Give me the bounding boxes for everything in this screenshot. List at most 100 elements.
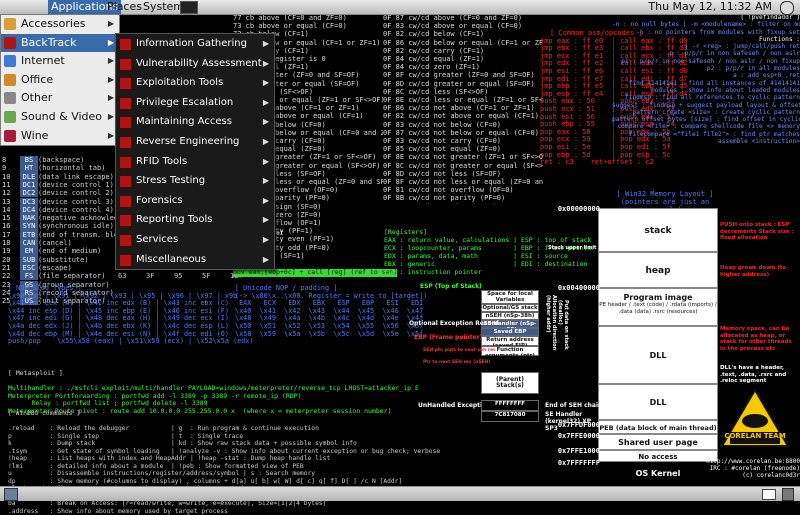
jump-row: 0F 8E cw/cd not greater (ZF=1 or SF<>OF) xyxy=(383,153,543,161)
submenu-item-reporting-tools[interactable]: Reporting Tools▶ xyxy=(116,210,274,230)
submenu-item-maintaining-access[interactable]: Maintaining Access ▶ xyxy=(116,112,274,132)
submenu-item-exploitation-tools[interactable]: Exploitation Tools▶ xyxy=(116,73,274,93)
ascii-name: SUB xyxy=(20,256,38,264)
jump-row: 0F 85 cw/cd not equal (ZF=0) xyxy=(383,145,543,153)
submenu-item-reverse-engineering[interactable]: Reverse Engineering▶ xyxy=(116,132,274,152)
windbg-row: k : Dump stack | kd : Show raw stack dat… xyxy=(8,440,478,448)
submenu-item-services[interactable]: Services ▶ xyxy=(116,230,274,250)
jump-row: 0F 86 cw/cd below or equal (CF=1 or ZF=1… xyxy=(383,39,543,47)
jump-row: 0F 82 cw/cd not above or equal (CF=1) xyxy=(383,112,543,120)
jump-row: 0F 83 cw/cd above or equal (CF=0) xyxy=(383,22,543,30)
submenu-item-stress-testing[interactable]: Stress Testing▶ xyxy=(116,171,274,191)
ascii-name: CAN xyxy=(20,239,38,247)
menu-item-label: Internet xyxy=(21,54,65,67)
submenu-item-rfid-tools[interactable]: RFID Tools▶ xyxy=(116,152,274,172)
pvef-row: j -r <reg> : jump/call/push ret xyxy=(612,43,800,50)
windbg-row: dp : Show memory (#columns to display) ,… xyxy=(8,478,478,486)
menu-item-wine[interactable]: Wine▶ xyxy=(1,127,119,146)
corelan-line: http://www.corelan.be:8800 xyxy=(705,458,800,465)
windbg-row: ba : Break on Access: [r=read/write, w=w… xyxy=(8,500,478,508)
terminal-launcher-icon[interactable] xyxy=(180,1,198,14)
chevron-right-icon: ▶ xyxy=(108,108,114,127)
menu-item-accessories[interactable]: Accessories▶ xyxy=(1,15,119,34)
backtrack-category-icon xyxy=(119,58,132,71)
addr-0x7fffffff: 0x7FFFFFFF xyxy=(540,459,600,467)
seh-end-value: FFFFFFFF xyxy=(481,400,539,411)
backtrack-category-icon xyxy=(119,214,132,227)
backtrack-category-icon xyxy=(119,175,132,188)
pvef-row: a : add esp+8 ,ret xyxy=(612,72,800,79)
corelan-logo-text: CORELAN TEAM xyxy=(720,432,790,440)
menu-item-label: Other xyxy=(21,91,52,104)
accessories-icon xyxy=(4,18,16,30)
pvef-row: pattern_create <size> : create cyclic pa… xyxy=(612,109,800,116)
chevron-right-icon: ▶ xyxy=(263,250,269,270)
submenu-item-label: Maintaining Access xyxy=(136,116,232,127)
menu-item-internet[interactable]: Internet▶ xyxy=(1,52,119,71)
corelan-line: (c) corelanc0d3r xyxy=(705,472,800,479)
submenu-item-miscellaneous[interactable]: Miscellaneous ▶ xyxy=(116,250,274,270)
chevron-right-icon: ▶ xyxy=(108,89,114,108)
pvef-title: [ !pvefindaddr ] xyxy=(612,14,800,21)
windbg-row: .address : Show info about memory used b… xyxy=(8,508,478,515)
workspace-switcher[interactable] xyxy=(762,489,776,500)
backtrack-category-icon xyxy=(119,77,132,90)
submenu-item-forensics[interactable]: Forensics▶ xyxy=(116,191,274,211)
submenu-item-label: Vulnerability Assessment xyxy=(136,58,262,69)
jump-row: 0F 84 cw/cd zero (ZF=1) xyxy=(383,63,543,71)
show-desktop-icon[interactable] xyxy=(4,488,18,501)
ascii-name: FS xyxy=(20,272,38,280)
submenu-item-label: Services xyxy=(136,234,178,245)
menu-item-sound-video[interactable]: Sound & Video▶ xyxy=(1,108,119,127)
register-row: ECX : loopcounter, params | EBP : frame … xyxy=(384,244,544,252)
addr-0x00400000: 0x00400000 xyxy=(540,284,600,292)
pvef-row: modules : show info about loaded modules xyxy=(612,87,800,94)
pvef-row: find 41414141 : find all instances of 41… xyxy=(612,80,800,87)
ascii-code: 8 xyxy=(2,156,20,164)
hex-cell: 3F xyxy=(146,272,174,280)
trash-icon[interactable] xyxy=(782,488,794,501)
asm-highlight: mov eax,[ebp+0c] + call [reg] (ref to se… xyxy=(233,269,383,277)
places-menu[interactable]: Places xyxy=(104,0,145,14)
pvef-row: -o : no pointers from modules with fixup… xyxy=(612,29,800,36)
jump-row: 0F 8C cw/cd less (SF<>OF) xyxy=(383,88,543,96)
submenu-item-privilege-escalation[interactable]: Privilege Escalation▶ xyxy=(116,93,274,113)
addr-0x7ffe0000: 0x7FFE0000 xyxy=(540,432,600,440)
pvef-row: assemble <instruction> xyxy=(612,138,800,145)
ascii-code: 17 xyxy=(2,231,20,239)
menu-item-office[interactable]: Office▶ xyxy=(1,71,119,90)
note-heap: Heap grows down (to higher address) xyxy=(720,265,798,278)
ascii-code: 11 xyxy=(2,181,20,189)
jump-row: 0F 83 cw/cd not carry (CF=0) xyxy=(383,137,543,145)
submenu-item-vulnerability-assessment[interactable]: Vulnerability Assessment▶ xyxy=(116,54,274,74)
mem-block-shared-user-page: Shared user page xyxy=(598,434,718,450)
menu-item-other[interactable]: Other ▶ xyxy=(1,89,119,108)
corelan-info: http://www.corelan.be:8800IRC : #corelan… xyxy=(705,458,800,479)
ascii-code: 19 xyxy=(2,247,20,255)
nop-row: push/pop \x55\x58 (eax) | \x51\x59 (ecx)… xyxy=(8,338,238,346)
chevron-right-icon: ▶ xyxy=(263,54,269,74)
ascii-code: 9 xyxy=(2,164,20,172)
power-icon[interactable] xyxy=(780,1,794,15)
clock[interactable]: Thu May 12, 11:32 AM xyxy=(648,0,772,14)
menu-item-backtrack[interactable]: BackTrack▶ xyxy=(1,34,119,53)
note-memory-space: Memory space, can be allocated as heap, … xyxy=(720,326,798,352)
jump-row: 0F 81 cw/cd not overflow (OF=0) xyxy=(383,186,543,194)
ascii-code: 10 xyxy=(2,173,20,181)
register-row: EAX : return value, calculations | ESP :… xyxy=(384,236,544,244)
ascii-name: ETB xyxy=(20,231,38,239)
nop-sled-panel: [ NOP Sled Types ]\x90 nop | \x91 | \x92… xyxy=(8,285,238,346)
chevron-right-icon: ▶ xyxy=(263,112,269,132)
jump-row: 0F 87 cw/cd not below or equal (CF=0) xyxy=(383,129,543,137)
unicode-row: \x58 \x59 \x5a \x5b \x5c \x5d \x5e \x5f xyxy=(235,331,485,339)
submenu-item-information-gathering[interactable]: Information Gathering▶ xyxy=(116,34,274,54)
chevron-right-icon: ▶ xyxy=(263,230,269,250)
metasploit-title: [ Metasploit ] xyxy=(8,370,488,378)
register-row: EIP : instruction pointer xyxy=(384,268,544,276)
pvefindaddr-panel: [ !pvefindaddr ] -n : no null bytes | -m… xyxy=(612,14,800,145)
jump-row: 0F 82 cw/cd carry (CF=1) xyxy=(383,47,543,55)
submenu-item-label: Miscellaneous xyxy=(136,254,206,265)
mem-block-dll-1: DLL xyxy=(598,326,718,384)
ascii-code: 14 xyxy=(2,206,20,214)
stack-frame-row: Saved EBP xyxy=(481,328,539,336)
